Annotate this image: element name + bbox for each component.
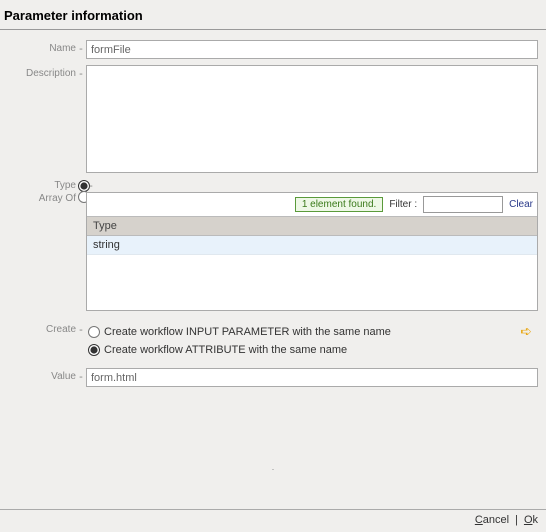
create-radio-input[interactable] xyxy=(88,326,100,338)
type-list[interactable]: string xyxy=(87,236,537,310)
create-option-attribute[interactable]: Create workflow ATTRIBUTE with the same … xyxy=(86,342,538,358)
row-description: Description - xyxy=(8,65,538,173)
arrow-right-icon[interactable]: ➪ xyxy=(520,323,532,340)
row-value: Value - xyxy=(8,368,538,387)
type-item-string[interactable]: string xyxy=(87,236,537,255)
type-panel: 1 element found. Filter : Clear Type str… xyxy=(86,192,538,311)
row-create: Create - Create workflow INPUT PARAMETER… xyxy=(8,321,538,358)
cancel-button[interactable]: Cancel xyxy=(475,514,509,526)
label-create: Create xyxy=(8,321,76,335)
name-input[interactable] xyxy=(86,40,538,59)
value-input[interactable] xyxy=(86,368,538,387)
label-value: Value xyxy=(8,368,76,382)
form-area: Name - Description - Type - Array Of 1 e… xyxy=(0,30,546,403)
type-column-header: Type xyxy=(87,216,537,236)
filter-label: Filter : xyxy=(389,199,417,210)
create-label-attribute: Create workflow ATTRIBUTE with the same … xyxy=(104,344,347,356)
ok-button[interactable]: Ok xyxy=(524,514,538,526)
create-radio-attribute[interactable] xyxy=(88,344,100,356)
create-label-input: Create workflow INPUT PARAMETER with the… xyxy=(104,326,391,338)
row-name: Name - xyxy=(8,40,538,59)
found-badge: 1 element found. xyxy=(295,197,384,212)
row-array-of: Array Of 1 element found. Filter : Clear… xyxy=(8,190,538,311)
create-option-input[interactable]: Create workflow INPUT PARAMETER with the… xyxy=(86,321,538,342)
label-description: Description xyxy=(8,65,76,79)
description-textarea[interactable] xyxy=(86,65,538,173)
dialog-title: Parameter information xyxy=(0,0,546,30)
footer-bar: Cancel | Ok xyxy=(0,509,546,532)
type-topbar: 1 element found. Filter : Clear xyxy=(87,193,537,216)
label-name: Name xyxy=(8,40,76,54)
filter-input[interactable] xyxy=(423,196,503,213)
label-array-of: Array Of xyxy=(8,190,76,204)
clear-link[interactable]: Clear xyxy=(509,199,533,210)
